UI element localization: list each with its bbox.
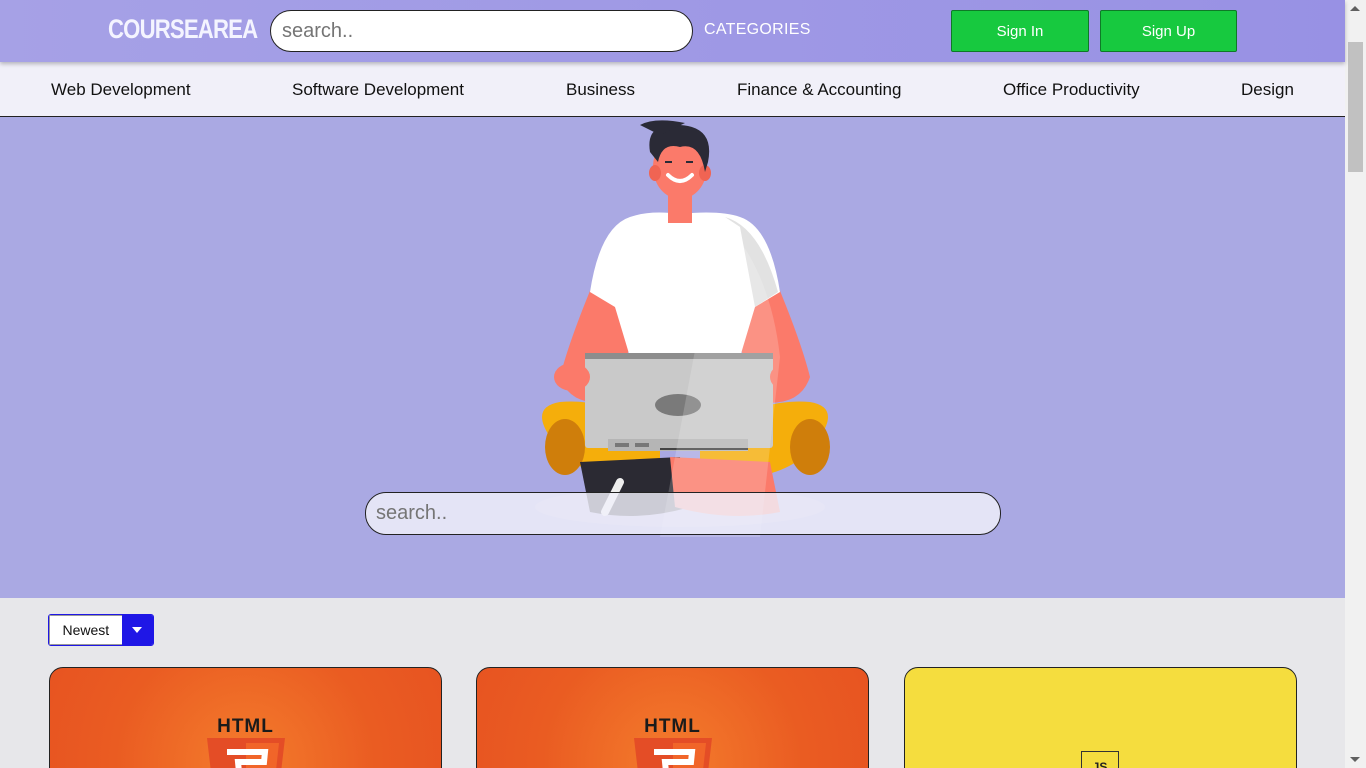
sign-in-button[interactable]: Sign In [951,10,1089,52]
course-card[interactable]: JS [904,667,1297,768]
html5-shield-icon [634,738,712,768]
category-software-development[interactable]: Software Development [292,80,464,100]
html-logo-text: HTML [644,716,701,737]
hero-banner [0,117,1345,598]
sort-dropdown[interactable]: Newest [48,614,154,646]
category-web-development[interactable]: Web Development [51,80,191,100]
site-logo[interactable]: COURSEAREA [108,14,258,45]
category-office-productivity[interactable]: Office Productivity [1003,80,1140,100]
category-bar: Web Development Software Development Bus… [0,62,1345,117]
header-search-input[interactable] [270,10,693,52]
course-card[interactable]: HTML [49,667,442,768]
person-with-laptop-illustration [535,120,830,537]
scrollbar-thumb[interactable] [1348,42,1363,172]
category-business[interactable]: Business [566,80,635,100]
scroll-down-arrow-icon[interactable] [1350,757,1360,762]
category-finance-accounting[interactable]: Finance & Accounting [737,80,901,100]
scroll-up-arrow-icon[interactable] [1350,6,1360,11]
sort-selected-value[interactable]: Newest [49,615,122,645]
hero-search-input[interactable] [365,492,1001,535]
html-logo-text: HTML [217,716,274,737]
course-card[interactable]: HTML [476,667,869,768]
categories-menu[interactable]: CATEGORIES [704,21,811,39]
js-logo-icon: JS [1081,751,1119,768]
top-navbar: COURSEAREA CATEGORIES Sign In Sign Up [0,0,1345,62]
sign-up-button[interactable]: Sign Up [1100,10,1237,52]
caret-down-icon[interactable] [121,615,153,645]
category-design[interactable]: Design [1241,80,1294,100]
html5-shield-icon [207,738,285,768]
page-scrollbar[interactable] [1345,0,1366,768]
